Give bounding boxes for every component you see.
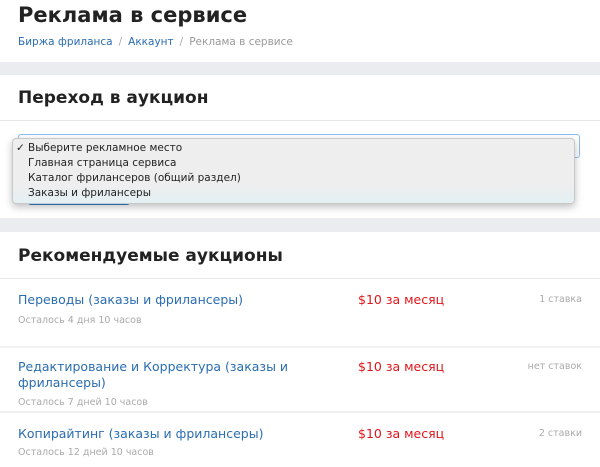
ad-place-dropdown-menu[interactable]: ✓ Выберите рекламное место Главная страни… bbox=[12, 138, 575, 204]
breadcrumb: Биржа фриланса / Аккаунт / Реклама в сервисе bbox=[18, 36, 293, 48]
option-main-page[interactable]: Главная страница сервиса bbox=[13, 156, 574, 171]
divider bbox=[0, 346, 600, 348]
breadcrumb-separator: / bbox=[118, 36, 123, 48]
page-title: Реклама в сервисе bbox=[18, 3, 248, 27]
breadcrumb-separator: / bbox=[179, 36, 184, 48]
bid-count: 1 ставка bbox=[539, 294, 582, 305]
time-remaining: Осталось 4 дня 10 часов bbox=[18, 315, 142, 326]
option-label: Выберите рекламное место bbox=[28, 142, 183, 154]
recommended-section-title: Рекомендуемые аукционы bbox=[18, 246, 283, 266]
option-orders-freelancers[interactable]: Заказы и фрилансеры bbox=[13, 186, 574, 201]
bid-count: нет ставок bbox=[527, 361, 582, 372]
auction-link[interactable]: Переводы (заказы и фрилансеры) bbox=[18, 292, 318, 308]
section-divider bbox=[0, 62, 600, 75]
divider bbox=[0, 120, 600, 121]
divider bbox=[0, 278, 600, 279]
breadcrumb-link-account[interactable]: Аккаунт bbox=[128, 36, 174, 48]
time-remaining: Осталось 12 дней 10 часов bbox=[18, 447, 154, 458]
breadcrumb-current: Реклама в сервисе bbox=[189, 36, 293, 48]
breadcrumb-link-exchange[interactable]: Биржа фриланса bbox=[18, 36, 113, 48]
bid-count: 2 ставки bbox=[538, 428, 582, 439]
time-remaining: Осталось 7 дней 10 часов bbox=[18, 397, 148, 408]
checkmark-icon: ✓ bbox=[16, 142, 25, 154]
auction-price: $10 за месяц bbox=[358, 292, 445, 307]
auction-price: $10 за месяц bbox=[358, 359, 445, 374]
option-select-placeholder[interactable]: ✓ Выберите рекламное место bbox=[13, 141, 574, 156]
auction-price: $10 за месяц bbox=[358, 426, 445, 441]
option-label: Заказы и фрилансеры bbox=[28, 187, 151, 199]
auction-section-title: Переход в аукцион bbox=[18, 88, 209, 108]
divider bbox=[0, 411, 600, 413]
option-label: Каталог фрилансеров (общий раздел) bbox=[28, 172, 241, 184]
auction-link[interactable]: Редактирование и Корректура (заказы и фр… bbox=[18, 359, 318, 391]
section-divider bbox=[0, 218, 600, 232]
auction-link[interactable]: Копирайтинг (заказы и фрилансеры) bbox=[18, 426, 318, 442]
option-freelancer-catalog[interactable]: Каталог фрилансеров (общий раздел) bbox=[13, 171, 574, 186]
option-label: Главная страница сервиса bbox=[28, 157, 177, 169]
